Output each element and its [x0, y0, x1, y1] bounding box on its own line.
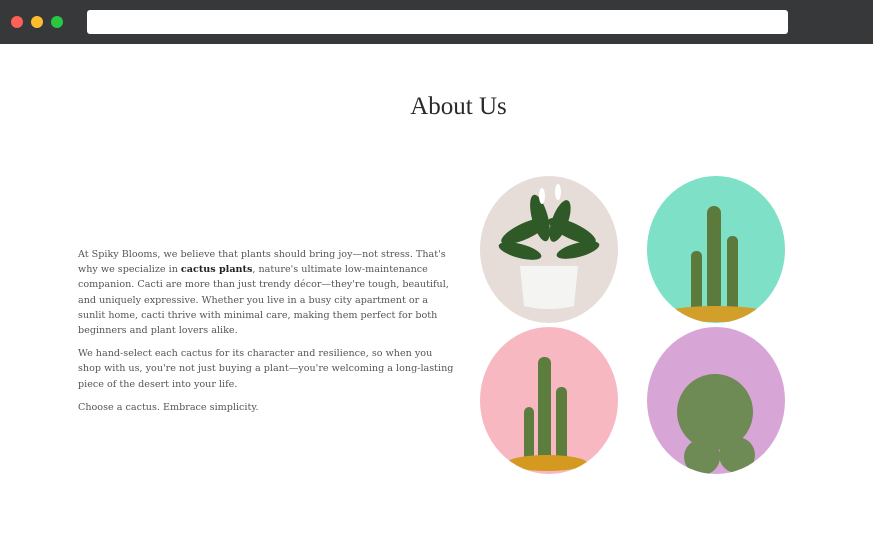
- close-window-button[interactable]: [11, 16, 23, 28]
- about-paragraph-1: At Spiky Blooms, we believe that plants …: [78, 247, 458, 338]
- cactus-pink-photo: [480, 327, 618, 474]
- about-text: At Spiky Blooms, we believe that plants …: [78, 247, 458, 423]
- about-paragraph-3: Choose a cactus. Embrace simplicity.: [78, 401, 259, 413]
- cactus-teal-photo: [647, 176, 785, 323]
- address-bar[interactable]: [87, 10, 788, 34]
- browser-toolbar: [0, 0, 873, 44]
- maximize-window-button[interactable]: [51, 16, 63, 28]
- page-title: About Us: [410, 93, 507, 120]
- about-paragraph-2: We hand-select each cactus for its chara…: [78, 348, 454, 390]
- minimize-window-button[interactable]: [31, 16, 43, 28]
- peace-lily-photo: [480, 176, 618, 323]
- highlight-text: cactus plants: [180, 264, 253, 276]
- cactus-purple-photo: [647, 327, 785, 474]
